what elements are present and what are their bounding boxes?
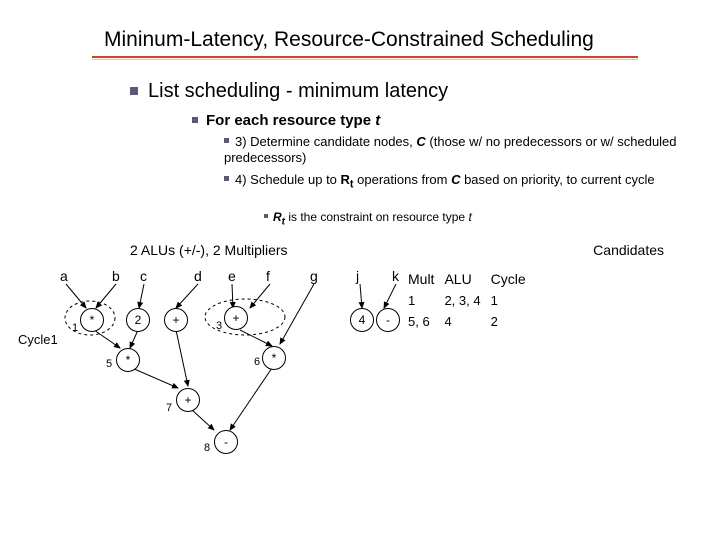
l1-text: List scheduling - minimum latency	[148, 80, 448, 102]
cell-alu: 2, 3, 4	[444, 290, 490, 311]
node-2: 2	[126, 308, 150, 332]
col-a: a	[60, 268, 68, 284]
l4-rest: is the constraint on resource type	[285, 210, 468, 224]
candidates-table: Mult ALU Cycle 1 2, 3, 4 1 5, 6 4 2	[408, 268, 536, 332]
node-1: *	[80, 308, 104, 332]
l3b-rest: based on priority, to current cycle	[460, 172, 654, 187]
node-plus-cd: +	[164, 308, 188, 332]
bullet-level4: Rt is the constraint on resource type t	[264, 210, 688, 229]
bullet-level3-b: 4) Schedule up to Rt operations from C b…	[224, 172, 688, 192]
l4-tvar: t	[468, 210, 471, 224]
node-7-label: 7	[166, 402, 172, 414]
col-cycle: Cycle	[491, 268, 536, 290]
l2-prefix: For each resource type	[206, 112, 375, 129]
col-j: j	[356, 268, 359, 284]
l3b-prefix: 4) Schedule up to	[235, 172, 341, 187]
title-underline-shadow	[92, 59, 638, 60]
node-6: *	[262, 346, 286, 370]
candidates-label: Candidates	[593, 242, 664, 258]
bullet-level2: For each resource type t	[192, 112, 380, 129]
node-1-label: 1	[72, 322, 78, 334]
node-7: +	[176, 388, 200, 412]
l3a-C: C	[416, 134, 425, 149]
l3b-mid: operations from	[354, 172, 452, 187]
col-c: c	[140, 268, 147, 284]
cell-alu: 4	[444, 311, 490, 332]
square-bullet-icon	[192, 117, 198, 123]
l4-R: R	[273, 210, 282, 224]
col-d: d	[194, 268, 202, 284]
page-title: Mininum-Latency, Resource-Constrained Sc…	[104, 28, 594, 52]
col-mult: Mult	[408, 268, 444, 290]
l2-var: t	[375, 112, 380, 129]
cell-cycle: 1	[491, 290, 536, 311]
node-3-label: 3	[216, 320, 222, 332]
col-k: k	[392, 268, 399, 284]
square-bullet-icon	[224, 138, 229, 143]
square-bullet-icon	[130, 87, 138, 95]
table-header-row: Mult ALU Cycle	[408, 268, 536, 290]
cycle1-label: Cycle1	[18, 332, 58, 347]
col-alu: ALU	[444, 268, 490, 290]
node-8: -	[214, 430, 238, 454]
resources-label: 2 ALUs (+/-), 2 Multipliers	[130, 242, 288, 258]
cell-mult: 1	[408, 290, 444, 311]
bullet-level3-a: 3) Determine candidate nodes, C (those w…	[224, 134, 688, 167]
node-5: *	[116, 348, 140, 372]
node-6-label: 6	[254, 356, 260, 368]
node-plus-ef: +	[224, 306, 248, 330]
table-row: 5, 6 4 2	[408, 311, 536, 332]
node-5-label: 5	[106, 358, 112, 370]
dag-graph: a b c d e f g j k *	[58, 268, 428, 518]
square-bullet-icon	[224, 176, 229, 181]
node-j: 4	[350, 308, 374, 332]
cell-mult: 5, 6	[408, 311, 444, 332]
table-row: 1 2, 3, 4 1	[408, 290, 536, 311]
col-f: f	[266, 268, 270, 284]
col-e: e	[228, 268, 236, 284]
l3a-prefix: 3) Determine candidate nodes,	[235, 134, 416, 149]
title-underline	[92, 56, 638, 58]
square-bullet-icon	[264, 214, 268, 218]
col-g: g	[310, 268, 318, 284]
bullet-level1: List scheduling - minimum latency	[130, 80, 448, 103]
col-b: b	[112, 268, 120, 284]
node-k: -	[376, 308, 400, 332]
node-8-label: 8	[204, 442, 210, 454]
l3b-R: R	[341, 172, 350, 187]
graph-edges	[58, 268, 428, 518]
cell-cycle: 2	[491, 311, 536, 332]
